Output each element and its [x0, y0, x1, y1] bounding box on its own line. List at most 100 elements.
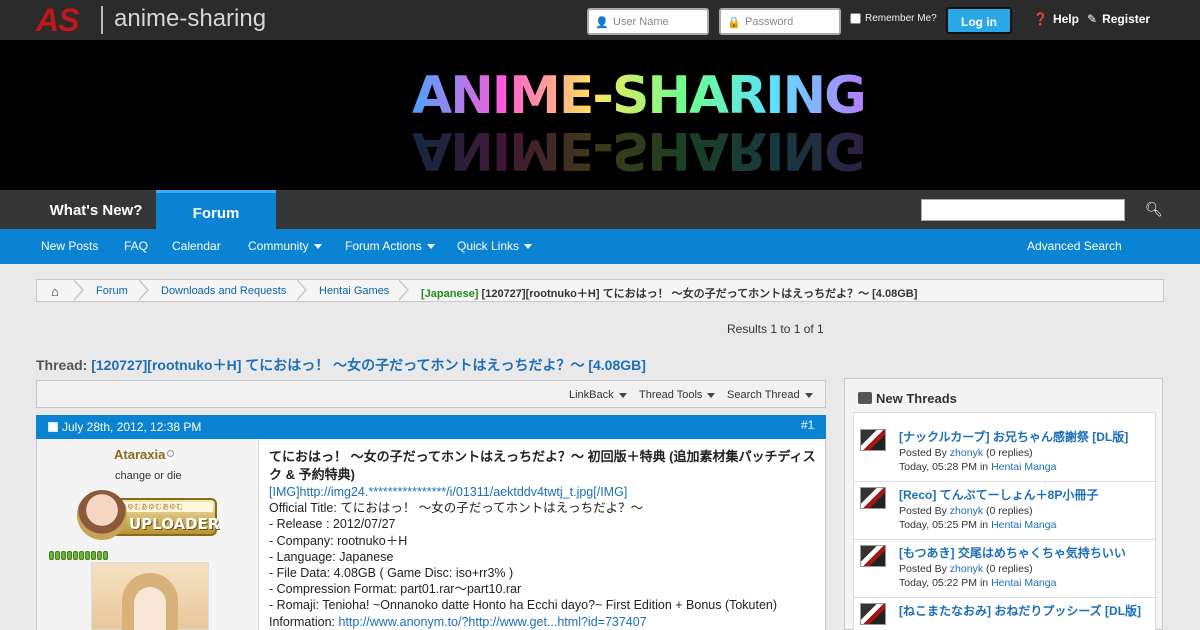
posted-by-label: Posted By — [899, 505, 947, 517]
subnav-forum-actions[interactable]: Forum Actions — [345, 239, 435, 253]
forum-link[interactable]: Hentai Manga — [991, 461, 1056, 473]
thread-avatar[interactable] — [860, 545, 886, 567]
advanced-search-link[interactable]: Advanced Search — [1027, 239, 1122, 253]
home-icon[interactable]: ⌂ — [51, 284, 59, 299]
chevron-down-icon — [804, 392, 813, 398]
register-link[interactable]: ✎ Register — [1087, 12, 1150, 26]
post-line: - File Data: 4.08GB ( Game Disc: iso+rr3… — [269, 566, 514, 581]
widget-title: New Threads — [876, 391, 957, 406]
lock-icon: 🔒 — [727, 17, 741, 29]
thread-link[interactable]: [ナックルカーブ] お兄ちゃん感謝祭 [DL版] — [899, 428, 1128, 445]
subnav-community[interactable]: Community — [248, 239, 322, 253]
avatar[interactable] — [91, 562, 209, 630]
post-body: Ataraxia change or die むあゆむあゆむあゆむ UPLOAD… — [36, 439, 826, 630]
post-line: - Release : 2012/07/27 — [269, 517, 396, 532]
thread-link[interactable]: [もつあき] 交尾はめちゃくちゃ気持ちいい — [899, 544, 1126, 561]
subnav-community-label: Community — [248, 239, 309, 253]
breadcrumb-forum[interactable]: Forum — [96, 285, 128, 297]
forum-link[interactable]: Hentai Manga — [991, 519, 1056, 531]
thread-link[interactable]: [Reco] てんぶてーしょん＋8P小冊子 — [899, 486, 1098, 503]
reputation-pip — [97, 551, 102, 560]
author-link[interactable]: zhonyk — [950, 505, 983, 517]
info-line: Information: http://www.anonym.to/?http:… — [269, 614, 817, 630]
reputation-pip — [67, 551, 72, 560]
help-link[interactable]: ❓ Help — [1033, 12, 1079, 26]
time-text: Today, 05:25 PM — [899, 519, 978, 531]
thread-link[interactable]: [ねこまたなおみ] おねだりプッシーズ [DL版] — [899, 602, 1141, 619]
banner-logo[interactable]: ANIME-SHARING — [412, 66, 867, 126]
subnav-quick-links[interactable]: Quick Links — [457, 239, 533, 253]
subnav-new-posts[interactable]: New Posts — [41, 239, 98, 253]
reputation-bar — [49, 547, 109, 560]
reputation-pip — [85, 551, 90, 560]
subnav-calendar[interactable]: Calendar — [172, 239, 221, 253]
user-title: change or die — [115, 470, 182, 482]
search-thread-menu[interactable]: Search Thread — [727, 389, 813, 401]
username-link[interactable]: Ataraxia — [114, 447, 165, 462]
post-icon — [48, 422, 58, 432]
thread-time: Today, 05:28 PM in Hentai Manga — [899, 461, 1056, 473]
top-bar: AS anime-sharing 👤 User Name 🔒 Password … — [0, 0, 1200, 40]
post-line: - Language: Japanese — [269, 549, 394, 564]
thread-avatar[interactable] — [860, 429, 886, 451]
uploader-badge: むあゆむあゆむあゆむ UPLOADER — [77, 490, 219, 542]
post-number-link[interactable]: #1 — [801, 418, 814, 432]
thread-tools-menu[interactable]: Thread Tools — [639, 389, 716, 401]
time-text: Today, 05:28 PM — [899, 461, 978, 473]
reputation-pip — [55, 551, 60, 560]
tab-whats-new[interactable]: What's New? — [36, 190, 156, 229]
subnav-forum-actions-label: Forum Actions — [345, 239, 422, 253]
author-link[interactable]: zhonyk — [950, 447, 983, 459]
breadcrumb: ⌂ Forum Downloads and Requests Hentai Ga… — [36, 279, 1164, 302]
search-thread-label: Search Thread — [727, 389, 800, 401]
breadcrumb-current-title: [120727][rootnuko＋H] てにおはっ！ ～女の子だってホントはえ… — [481, 288, 918, 300]
chevron-down-icon — [707, 392, 716, 398]
banner-logo-reflection: ANIME-SHARING — [412, 120, 865, 180]
thread-title-link[interactable]: [120727][rootnuko＋H] てにおはっ！ ～女の子だってホントはえ… — [91, 357, 646, 373]
subnav-faq[interactable]: FAQ — [124, 239, 148, 253]
forum-link[interactable]: Hentai Manga — [991, 577, 1056, 589]
list-item: [ナックルカーブ] お兄ちゃん感謝祭 [DL版] Posted By zhony… — [854, 424, 1157, 482]
breadcrumb-current: [Japanese] [120727][rootnuko＋H] てにおはっ！ ～… — [421, 285, 917, 301]
main-navbar: What's New? Forum 🔍︎ — [0, 190, 1200, 229]
replies-count: (0 replies) — [986, 447, 1033, 459]
thread-prefix: [Japanese] — [421, 288, 479, 300]
chat-bubbles-icon — [858, 392, 872, 404]
search-input[interactable] — [921, 199, 1125, 221]
posted-by-label: Posted By — [899, 563, 947, 575]
remember-me-checkbox[interactable]: Remember Me? — [850, 13, 937, 24]
username-field[interactable]: 👤 User Name — [587, 8, 709, 35]
new-threads-widget: New Threads [ナックルカーブ] お兄ちゃん感謝祭 [DL版] Pos… — [844, 378, 1163, 630]
thread-avatar[interactable] — [860, 603, 886, 625]
thread-label: Thread: — [36, 357, 88, 373]
author-link[interactable]: zhonyk — [950, 563, 983, 575]
breadcrumb-separator — [73, 279, 86, 301]
site-logo-text[interactable]: anime-sharing — [114, 5, 266, 33]
login-button[interactable]: Log in — [946, 7, 1012, 34]
reputation-pip — [49, 551, 54, 560]
tab-forum[interactable]: Forum — [156, 190, 276, 229]
thread-tools-label: Thread Tools — [639, 389, 703, 401]
breadcrumb-hentai-games[interactable]: Hentai Games — [319, 285, 389, 297]
new-threads-list: [ナックルカーブ] お兄ちゃん感謝祭 [DL版] Posted By zhony… — [853, 412, 1157, 630]
chevron-down-icon — [313, 244, 322, 250]
subnav-quick-links-label: Quick Links — [457, 239, 520, 253]
reputation-pip — [91, 551, 96, 560]
post-date: July 28th, 2012, 12:38 PM — [62, 420, 202, 434]
password-field[interactable]: 🔒 Password — [719, 8, 841, 35]
offline-status-icon — [167, 450, 174, 457]
linkback-menu[interactable]: LinkBack — [569, 389, 627, 401]
search-icon[interactable]: 🔍︎ — [1145, 201, 1163, 219]
image-link[interactable]: [IMG]http://img24.****************/i/013… — [269, 485, 627, 499]
post-content: てにおはっ！ ～女の子だってホントはえっちだよ？～ 初回版＋特典 (追加素材集パ… — [269, 448, 817, 630]
breadcrumb-downloads[interactable]: Downloads and Requests — [161, 285, 286, 297]
thread-time: Today, 05:22 PM in Hentai Manga — [899, 577, 1056, 589]
info-link[interactable]: http://www.anonym.to/?http://www.get...h… — [339, 615, 647, 629]
checkbox-icon[interactable] — [850, 13, 861, 24]
user-icon: 👤 — [595, 17, 609, 29]
thread-avatar[interactable] — [860, 487, 886, 509]
posted-by-label: Posted By — [899, 447, 947, 459]
site-logo-mark[interactable]: AS — [36, 2, 79, 39]
linkback-label: LinkBack — [569, 389, 614, 401]
in-label: in — [979, 461, 989, 473]
